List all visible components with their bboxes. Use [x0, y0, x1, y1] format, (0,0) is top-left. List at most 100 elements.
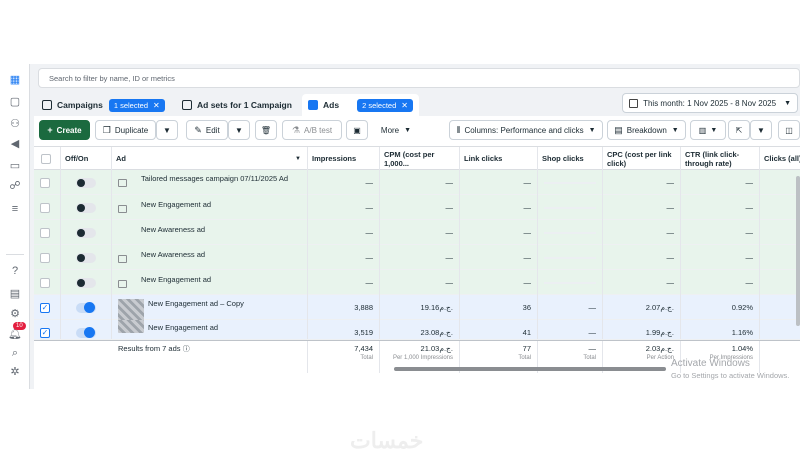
table-view-icon[interactable]: ▦: [8, 72, 22, 86]
table-row[interactable]: Tailored messages campaign 07/11/2025 Ad…: [34, 170, 800, 195]
toggle-cell: [61, 245, 112, 270]
ad-preview-icon: [118, 205, 127, 213]
help-icon[interactable]: ?: [8, 264, 22, 278]
menu-icon[interactable]: ≡: [8, 202, 22, 216]
ad-name-cell[interactable]: New Engagement ad: [112, 320, 308, 339]
clear-icon[interactable]: ✕: [153, 101, 160, 110]
col-clicks[interactable]: Clicks (all): [760, 147, 800, 171]
ad-name-cell[interactable]: New Engagement ad: [112, 270, 308, 295]
ab-test-button[interactable]: ⚗ A/B test: [282, 120, 342, 140]
table-row[interactable]: New Awareness ad — — — — —: [34, 245, 800, 270]
date-range-picker[interactable]: This month: 1 Nov 2025 - 8 Nov 2025 ▼: [622, 93, 798, 113]
col-shopclicks[interactable]: Shop clicks: [538, 147, 603, 171]
toggle-cell: [61, 270, 112, 295]
duplicate-button[interactable]: ❐ Duplicate: [95, 120, 156, 140]
settings-icon[interactable]: ⚙: [8, 306, 22, 320]
megaphone-icon[interactable]: ◀: [8, 136, 22, 150]
export-dropdown[interactable]: ▼: [750, 120, 772, 140]
info-icon[interactable]: ⓘ: [183, 346, 190, 353]
scrollbar-thumb[interactable]: [394, 367, 666, 371]
ads-selected-pill[interactable]: 2 selected ✕: [357, 98, 413, 112]
col-ad[interactable]: Ad ▼: [112, 147, 308, 171]
ad-name[interactable]: New Engagement ad: [148, 323, 218, 332]
col-linkclicks[interactable]: Link clicks: [460, 147, 538, 171]
table-row[interactable]: New Engagement ad — — — — —: [34, 270, 800, 295]
tab-campaigns[interactable]: Campaigns 1 selected ✕: [42, 94, 165, 116]
ad-toggle-on[interactable]: [76, 326, 96, 338]
campaigns-selected-pill[interactable]: 1 selected ✕: [108, 98, 165, 112]
delete-button[interactable]: 🗑︎: [255, 120, 277, 140]
row-select-cell: ✓: [34, 320, 61, 339]
ad-name-cell[interactable]: New Engagement ad – Copy: [112, 295, 308, 321]
reports-button[interactable]: ▥ ▼: [690, 120, 726, 140]
row-checkbox[interactable]: [40, 227, 50, 238]
table-row-selected[interactable]: ✓ New Engagement ad 3,519 23.08ج.م. 41 —…: [34, 320, 800, 340]
export-icon: ⇱: [735, 125, 743, 135]
row-checkbox[interactable]: [40, 202, 50, 213]
impressions-cell: —: [308, 270, 380, 295]
ad-toggle-on[interactable]: [76, 301, 96, 313]
search-placeholder: Search to filter by name, ID or metrics: [49, 74, 175, 83]
ad-name-cell[interactable]: New Awareness ad: [112, 220, 308, 245]
edit-dropdown[interactable]: ▼: [228, 120, 250, 140]
ctr-cell: 1.16%: [681, 320, 760, 339]
cpm-cell: —: [380, 195, 460, 220]
col-offon[interactable]: Off/On: [61, 147, 112, 171]
news-icon[interactable]: ▤: [8, 286, 22, 300]
more-button[interactable]: More ▼: [374, 120, 418, 140]
calendar-icon: [629, 98, 639, 108]
tab-adsets[interactable]: Ad sets for 1 Campaign: [182, 94, 292, 116]
row-checkbox[interactable]: [40, 177, 50, 188]
billing-icon[interactable]: ▭: [8, 158, 22, 172]
ad-name[interactable]: New Engagement ad – Copy: [148, 299, 244, 308]
clear-icon[interactable]: ✕: [401, 101, 408, 110]
tab-ads[interactable]: Ads 2 selected ✕: [302, 94, 419, 116]
columns-button[interactable]: ⦀ Columns: Performance and clicks ▼: [449, 120, 603, 140]
vertical-scrollbar[interactable]: [796, 176, 800, 326]
rules-button[interactable]: ▣: [346, 120, 368, 140]
row-checkbox[interactable]: [40, 277, 50, 288]
ad-name[interactable]: New Engagement ad: [141, 275, 211, 284]
total-cpc-sub: Per Action: [646, 355, 674, 361]
ad-name-cell[interactable]: Tailored messages campaign 07/11/2025 Ad: [112, 170, 308, 195]
ad-toggle[interactable]: [76, 252, 96, 263]
col-impressions[interactable]: Impressions: [308, 147, 380, 171]
ad-name[interactable]: Tailored messages campaign 07/11/2025 Ad: [141, 174, 288, 183]
ad-name[interactable]: New Awareness ad: [141, 225, 205, 234]
ad-toggle[interactable]: [76, 177, 96, 188]
cpm-cell: 19.16ج.م.: [380, 295, 460, 320]
table-row[interactable]: New Awareness ad — — — — —: [34, 220, 800, 245]
bug-icon[interactable]: ✲: [8, 364, 22, 378]
row-checkbox-checked[interactable]: ✓: [40, 327, 50, 338]
ad-toggle[interactable]: [76, 277, 96, 288]
chevron-down-icon: ▼: [163, 125, 171, 135]
row-checkbox-checked[interactable]: ✓: [40, 302, 50, 313]
col-cpm[interactable]: CPM (cost per 1,000...: [380, 147, 460, 171]
audiences-icon[interactable]: ⚇: [8, 116, 22, 130]
col-ctr[interactable]: CTR (link click-through rate): [681, 147, 760, 171]
search-input[interactable]: Search to filter by name, ID or metrics: [38, 68, 800, 88]
chart-button[interactable]: ◫: [778, 120, 800, 140]
pages-icon[interactable]: ▢: [8, 94, 22, 108]
ad-name[interactable]: New Awareness ad: [141, 250, 205, 259]
chevron-down-icon: ▼: [757, 125, 765, 135]
breakdown-button[interactable]: ▤ Breakdown ▼: [607, 120, 686, 140]
table-row-selected[interactable]: ✓ New Engagement ad – Copy 3,888 19.16ج.…: [34, 295, 800, 321]
select-all-checkbox[interactable]: [41, 154, 51, 164]
ad-name-cell[interactable]: New Awareness ad: [112, 245, 308, 270]
export-button[interactable]: ⇱: [728, 120, 750, 140]
col-cpc[interactable]: CPC (cost per link click): [603, 147, 681, 171]
ad-name-cell[interactable]: New Engagement ad: [112, 195, 308, 220]
row-checkbox[interactable]: [40, 252, 50, 263]
ad-name[interactable]: New Engagement ad: [141, 200, 211, 209]
create-button[interactable]: + Create: [39, 120, 90, 140]
duplicate-dropdown[interactable]: ▼: [156, 120, 178, 140]
people-icon[interactable]: ☍: [8, 178, 22, 192]
table-row[interactable]: New Engagement ad — — — — —: [34, 195, 800, 220]
search-icon[interactable]: ⌕: [8, 346, 22, 360]
edit-button[interactable]: ✎ Edit: [186, 120, 228, 140]
ad-toggle[interactable]: [76, 202, 96, 213]
total-linkclicks-sub: Total: [518, 355, 531, 361]
ad-toggle[interactable]: [76, 227, 96, 238]
results-summary: Results from 7 ads ⓘ: [112, 341, 308, 373]
